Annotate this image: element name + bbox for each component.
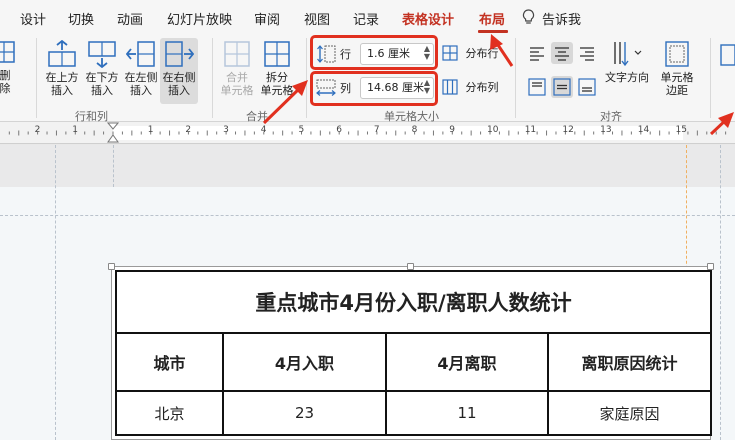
- annotation-arrow: [490, 34, 514, 67]
- annotation-arrows: [262, 34, 734, 136]
- annotation-arrow: [709, 112, 734, 136]
- annotation-arrow: [262, 80, 308, 125]
